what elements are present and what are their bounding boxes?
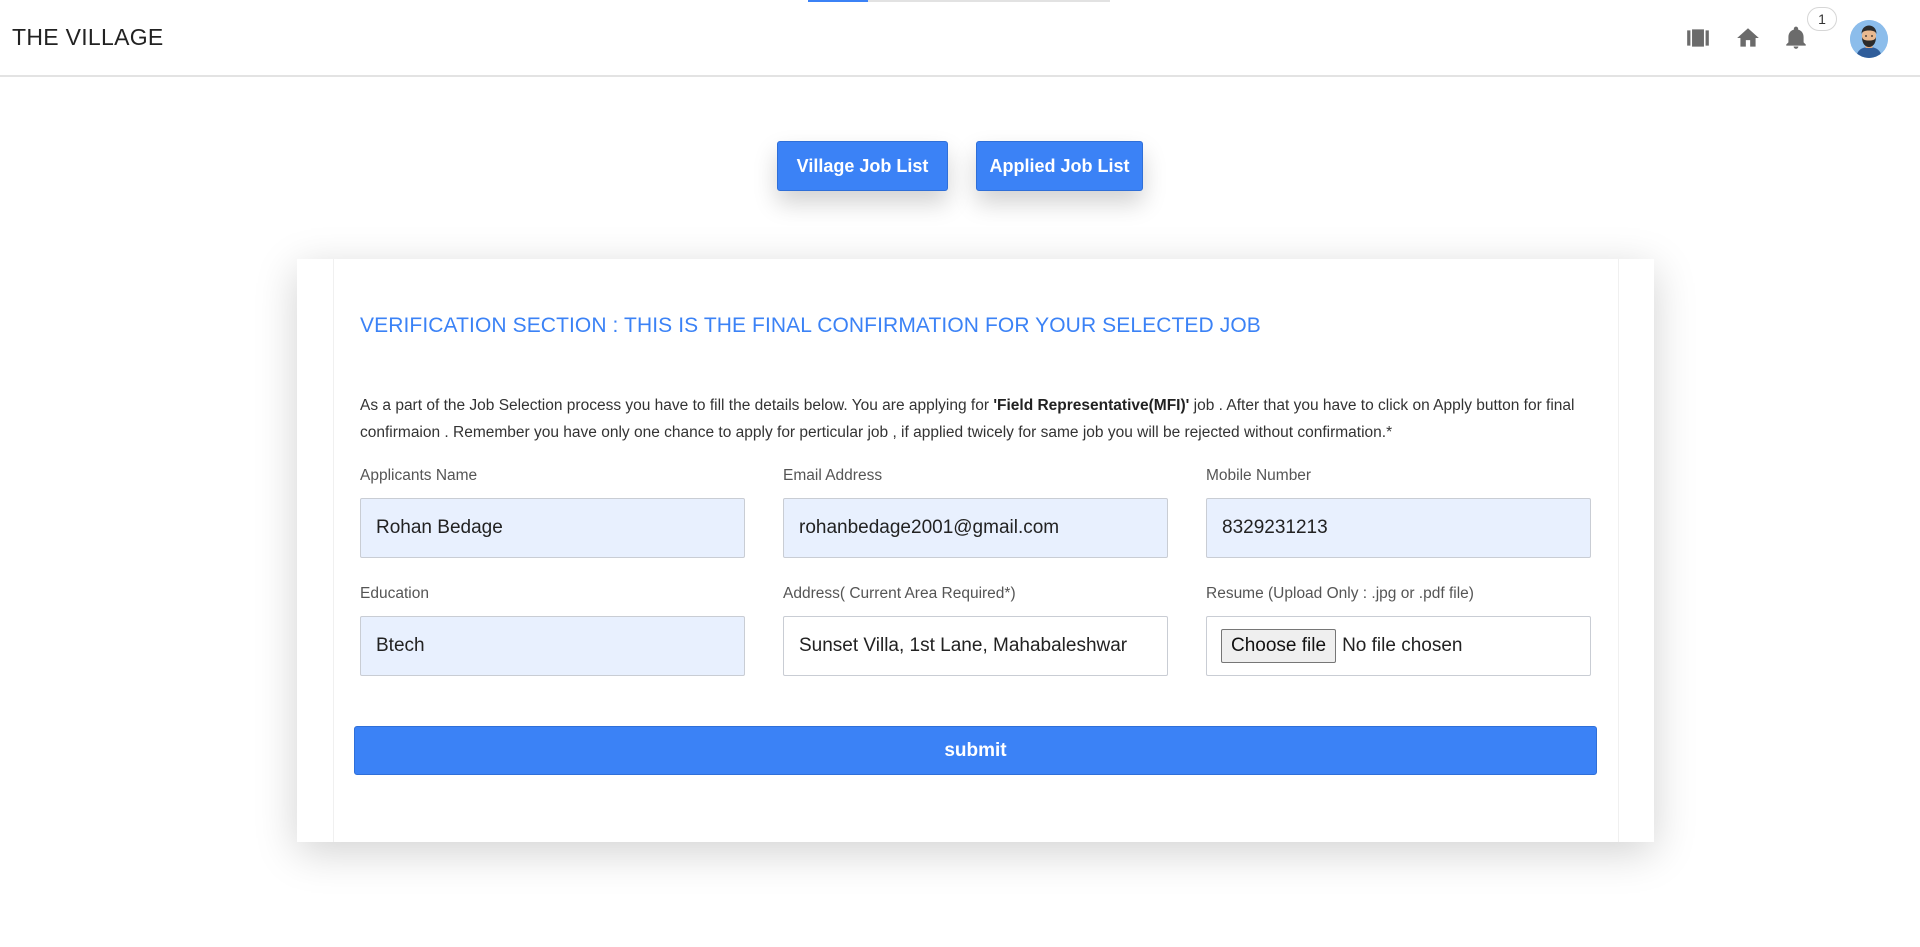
verification-card: VERIFICATION SECTION : THIS IS THE FINAL… [297, 259, 1654, 842]
resume-file-input[interactable]: Choose file No file chosen [1206, 616, 1591, 676]
applicant-name-label: Applicants Name [360, 467, 478, 484]
applied-job-list-button[interactable]: Applied Job List [976, 141, 1143, 191]
address-input[interactable] [783, 616, 1168, 676]
choose-file-button[interactable]: Choose file [1221, 629, 1337, 663]
home-icon[interactable] [1734, 24, 1762, 52]
file-status-text: No file chosen [1342, 635, 1463, 656]
mobile-input[interactable] [1206, 498, 1591, 558]
user-avatar[interactable] [1850, 20, 1888, 58]
page-loading-bar-fill [808, 0, 869, 2]
notification-count-badge: 1 [1807, 7, 1837, 31]
bell-icon[interactable] [1782, 24, 1810, 52]
address-label: Address( Current Area Required*) [783, 585, 1016, 602]
education-input[interactable] [360, 616, 745, 676]
top-navbar: THE VILLAGE 1 [0, 0, 1920, 77]
village-job-list-button[interactable]: Village Job List [777, 141, 948, 191]
verification-title: VERIFICATION SECTION : THIS IS THE FINAL… [360, 314, 1261, 337]
submit-button[interactable]: submit [354, 726, 1597, 775]
verification-description: As a part of the Job Selection process y… [360, 392, 1600, 446]
email-input[interactable] [783, 498, 1168, 558]
brand-logo[interactable]: THE VILLAGE [12, 24, 164, 51]
book-icon[interactable] [1684, 24, 1712, 52]
email-label: Email Address [783, 467, 883, 484]
page-loading-bar [808, 0, 1110, 2]
mobile-label: Mobile Number [1206, 467, 1312, 484]
resume-label: Resume (Upload Only : .jpg or .pdf file) [1206, 585, 1474, 602]
applicant-name-input[interactable] [360, 498, 745, 558]
education-label: Education [360, 585, 429, 602]
job-name: 'Field Representative(MFI)' [993, 397, 1190, 414]
description-prefix: As a part of the Job Selection process y… [360, 397, 994, 414]
